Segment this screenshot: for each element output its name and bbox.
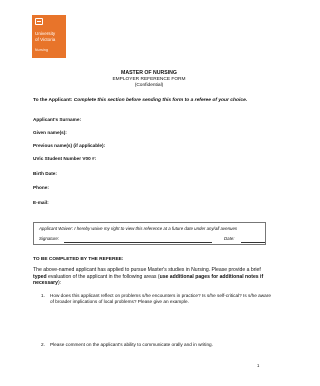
logo-line-1: University <box>35 31 56 36</box>
instruction-text: Complete this section before sending thi… <box>72 98 248 103</box>
date-label: Date: <box>224 236 235 241</box>
signature-line[interactable] <box>64 242 212 243</box>
logo-line-3: Nursing <box>35 48 49 52</box>
waiver-text: Applicant Waiver: I hereby waive my righ… <box>39 226 238 231</box>
crest-icon <box>35 18 43 25</box>
field-previous-names: Previous name(s) (if applicable): <box>33 143 106 148</box>
field-phone: Phone: <box>33 185 49 190</box>
page-number: 1 <box>257 363 260 368</box>
referee-instructions: The above-named applicant has applied to… <box>33 267 271 287</box>
question-text: Please comment on the applicant's abilit… <box>50 342 213 347</box>
applicant-waiver-box: Applicant Waiver: I hereby waive my righ… <box>33 222 266 245</box>
form-title: MASTER OF NURSING <box>121 70 177 76</box>
signature-label: Signature: <box>39 236 60 241</box>
referee-heading: TO BE COMPLETED BY THE REFEREE: <box>33 257 124 262</box>
date-line[interactable] <box>241 242 265 243</box>
field-student-number: UVic Student Number V00 #: <box>33 156 97 161</box>
confidential-label: (Confidential) <box>134 83 164 88</box>
question-text: How does this applicant reflect on probl… <box>50 293 271 304</box>
referee-para-part-2: evaluation of the applicant in the follo… <box>46 273 160 280</box>
document-page: University of Victoria Nursing MASTER OF… <box>0 0 298 386</box>
referee-para-part-3: ): <box>57 280 62 287</box>
logo-line-2: of Victoria <box>35 37 56 42</box>
field-birth-date: Birth Date: <box>33 171 57 176</box>
field-surname: Applicant's Surname: <box>33 117 81 122</box>
referee-para-bold-1: typed <box>33 273 47 280</box>
applicant-instruction: To the Applicant: Complete this section … <box>33 98 247 103</box>
question-number: 2. <box>41 342 45 347</box>
field-given-names: Given name(s): <box>33 130 67 135</box>
form-subtitle: EMPLOYER REFERENCE FORM <box>112 77 186 82</box>
university-logo: University of Victoria Nursing <box>32 15 66 58</box>
field-email: E-mail: <box>33 200 49 205</box>
instruction-lead: To the Applicant: <box>33 98 73 103</box>
referee-para-part-1: The above-named applicant has applied to… <box>33 267 261 273</box>
question-number: 1. <box>41 293 45 298</box>
